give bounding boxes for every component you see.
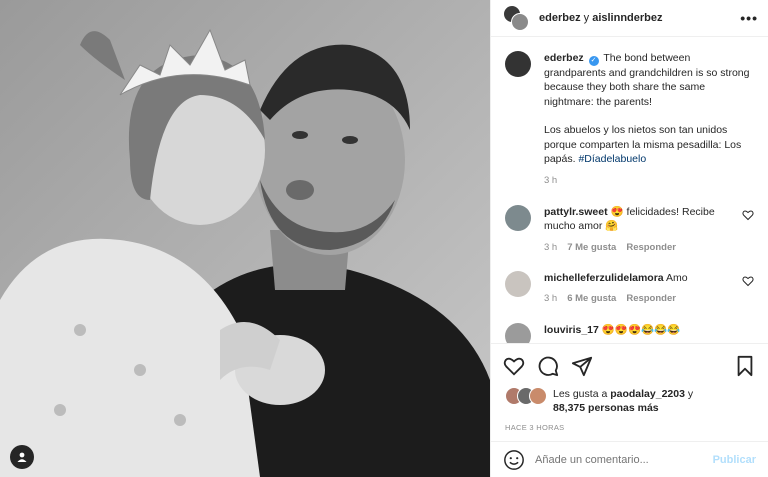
comment-time[interactable]: 3 h	[544, 241, 557, 255]
reply-button[interactable]: Responder	[626, 241, 676, 255]
save-button[interactable]	[734, 355, 756, 377]
comment-text: 😍😍😍😂😂😂	[601, 323, 681, 336]
likes-connector: y	[687, 388, 694, 400]
author-link[interactable]: aislinnderbez	[592, 12, 662, 24]
liker-username[interactable]: paodalay_2203	[610, 388, 685, 400]
comment-username[interactable]: pattylr.sweet	[544, 206, 608, 218]
publish-button[interactable]: Publicar	[713, 454, 756, 466]
avatar	[511, 13, 529, 31]
comment-time[interactable]: 3 h	[544, 292, 557, 306]
like-comment-heart-icon[interactable]	[742, 275, 754, 287]
avatar	[529, 387, 547, 405]
comment-button[interactable]	[537, 355, 559, 377]
bookmark-icon	[737, 355, 753, 376]
post-timestamp[interactable]: HACE 3 HORAS	[491, 421, 768, 441]
comment-username[interactable]: michelleferzulidelamora	[544, 272, 664, 284]
comment-username[interactable]: louviris_17	[544, 324, 599, 336]
comment-item: michelleferzulidelamora Amo 3 h 6 Me gus…	[505, 271, 754, 307]
liker-avatars	[505, 387, 549, 407]
comment-input[interactable]	[535, 453, 713, 466]
instagram-post: ederbez y aislinnderbez ••• ederbez ✓ Th…	[0, 0, 768, 477]
post-caption: ederbez ✓ The bond between grandparents …	[505, 51, 754, 189]
paper-plane-icon	[571, 356, 593, 376]
comment-bubble-icon	[538, 356, 559, 376]
avatar[interactable]	[505, 51, 531, 77]
action-bar	[491, 343, 768, 387]
post-side-panel: ederbez y aislinnderbez ••• ederbez ✓ Th…	[490, 0, 768, 477]
avatar[interactable]	[505, 271, 531, 298]
like-button[interactable]	[503, 355, 525, 377]
grayscale-photo	[0, 0, 490, 477]
post-authors: ederbez y aislinnderbez	[539, 12, 740, 24]
author-link[interactable]: ederbez	[539, 12, 581, 24]
hashtag-link[interactable]: #Díadelabuelo	[578, 153, 646, 165]
comment-text: Amo	[665, 272, 688, 285]
collab-avatars[interactable]	[503, 5, 529, 31]
heart-icon	[503, 357, 525, 376]
likes-prefix: Les gusta a	[553, 388, 608, 400]
verified-badge-icon: ✓	[588, 56, 599, 66]
comment-likes[interactable]: 6 Me gusta	[567, 292, 616, 306]
caption-time[interactable]: 3 h	[544, 174, 754, 188]
post-photo[interactable]	[0, 0, 490, 477]
comment-likes[interactable]: 7 Me gusta	[567, 241, 616, 255]
person-icon	[17, 452, 27, 462]
post-header: ederbez y aislinnderbez •••	[491, 0, 768, 37]
emoji-icon[interactable]	[503, 449, 525, 471]
reply-button[interactable]: Responder	[626, 292, 676, 306]
comment-item: louviris_17 😍😍😍😂😂😂	[505, 322, 754, 343]
more-options-button[interactable]: •••	[740, 10, 758, 26]
caption-username[interactable]: ederbez	[544, 52, 584, 64]
likes-summary: Les gusta a paodalay_2203 y 88,375 perso…	[491, 387, 768, 421]
add-comment-bar: Publicar	[491, 441, 768, 477]
likes-count[interactable]: 88,375 personas más	[553, 402, 659, 414]
like-comment-heart-icon[interactable]	[742, 209, 754, 221]
comments-list[interactable]: ederbez ✓ The bond between grandparents …	[491, 37, 768, 343]
avatar[interactable]	[505, 322, 531, 343]
share-button[interactable]	[571, 355, 593, 377]
comment-item: pattylr.sweet 😍 felicidades! Recibe much…	[505, 204, 754, 255]
author-connector: y	[583, 12, 590, 24]
avatar[interactable]	[505, 204, 531, 231]
tagged-users-button[interactable]	[10, 445, 34, 469]
